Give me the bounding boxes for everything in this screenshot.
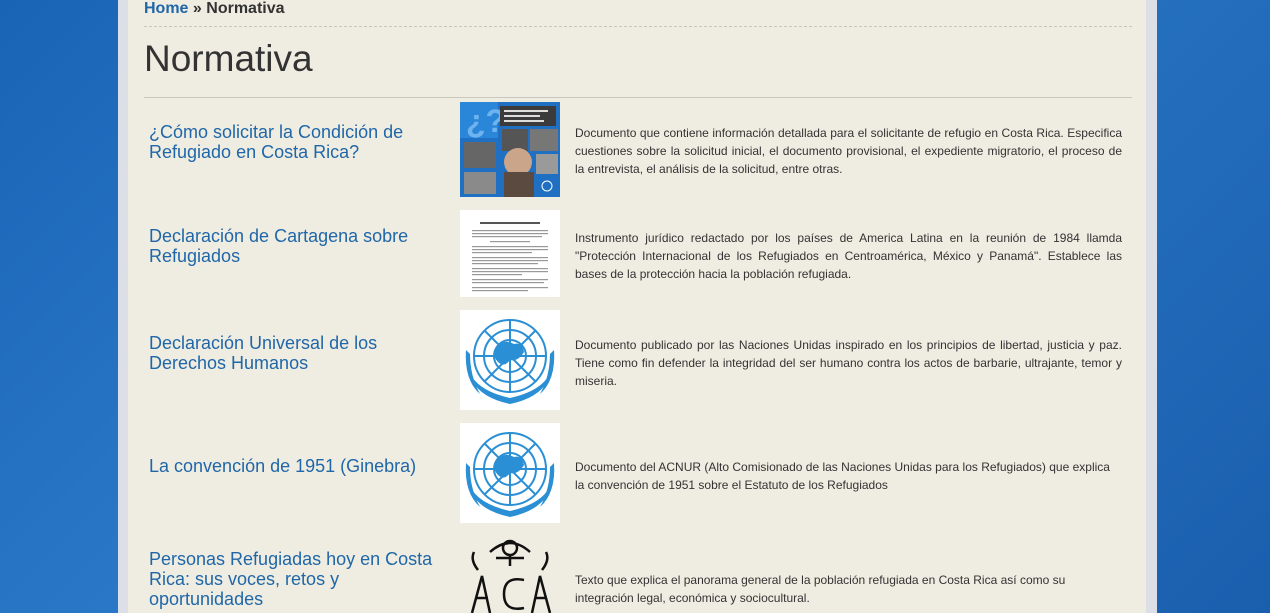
list-item: Declaración Universal de los Derechos Hu…: [144, 310, 1132, 410]
list-item: Declaración de Cartagena sobre Refugiado…: [144, 210, 1132, 297]
document-title-link[interactable]: Declaración Universal de los Derechos Hu…: [149, 333, 439, 373]
document-title-link[interactable]: Declaración de Cartagena sobre Refugiado…: [149, 226, 439, 266]
text-document-thumbnail[interactable]: [460, 210, 560, 297]
document-description: Texto que explica el panorama general de…: [575, 573, 1066, 605]
list-item: La convención de 1951 (Ginebra) Document…: [144, 423, 1132, 523]
document-description: Documento publicado por las Naciones Uni…: [575, 338, 1122, 388]
un-emblem-thumbnail[interactable]: [460, 423, 560, 523]
breadcrumb: Home » Normativa: [144, 0, 1132, 27]
svg-text:¿?: ¿?: [466, 103, 505, 139]
un-emblem-thumbnail[interactable]: [460, 310, 560, 410]
booklet-cover-thumbnail[interactable]: ¿?: [460, 102, 560, 197]
breadcrumb-current: Normativa: [206, 0, 285, 17]
document-title-link[interactable]: La convención de 1951 (Ginebra): [149, 456, 439, 476]
document-description: Documento que contiene información detal…: [575, 126, 1122, 176]
breadcrumb-home-link[interactable]: Home: [144, 0, 188, 17]
content-area: Home » Normativa Normativa ¿Cómo solicit…: [128, 0, 1146, 613]
title-divider: [144, 97, 1132, 98]
list-item: Personas Refugiadas hoy en Costa Rica: s…: [144, 536, 1132, 613]
page-title: Normativa: [144, 38, 313, 79]
document-title-link[interactable]: ¿Cómo solicitar la Condición de Refugiad…: [149, 122, 439, 162]
breadcrumb-separator: »: [192, 0, 202, 17]
document-description: Instrumento jurídico redactado por los p…: [575, 231, 1122, 281]
aca-logo-thumbnail[interactable]: [460, 536, 560, 613]
document-title-link[interactable]: Personas Refugiadas hoy en Costa Rica: s…: [149, 549, 439, 609]
document-description: Documento del ACNUR (Alto Comisionado de…: [575, 460, 1110, 492]
list-item: ¿Cómo solicitar la Condición de Refugiad…: [144, 102, 1132, 198]
